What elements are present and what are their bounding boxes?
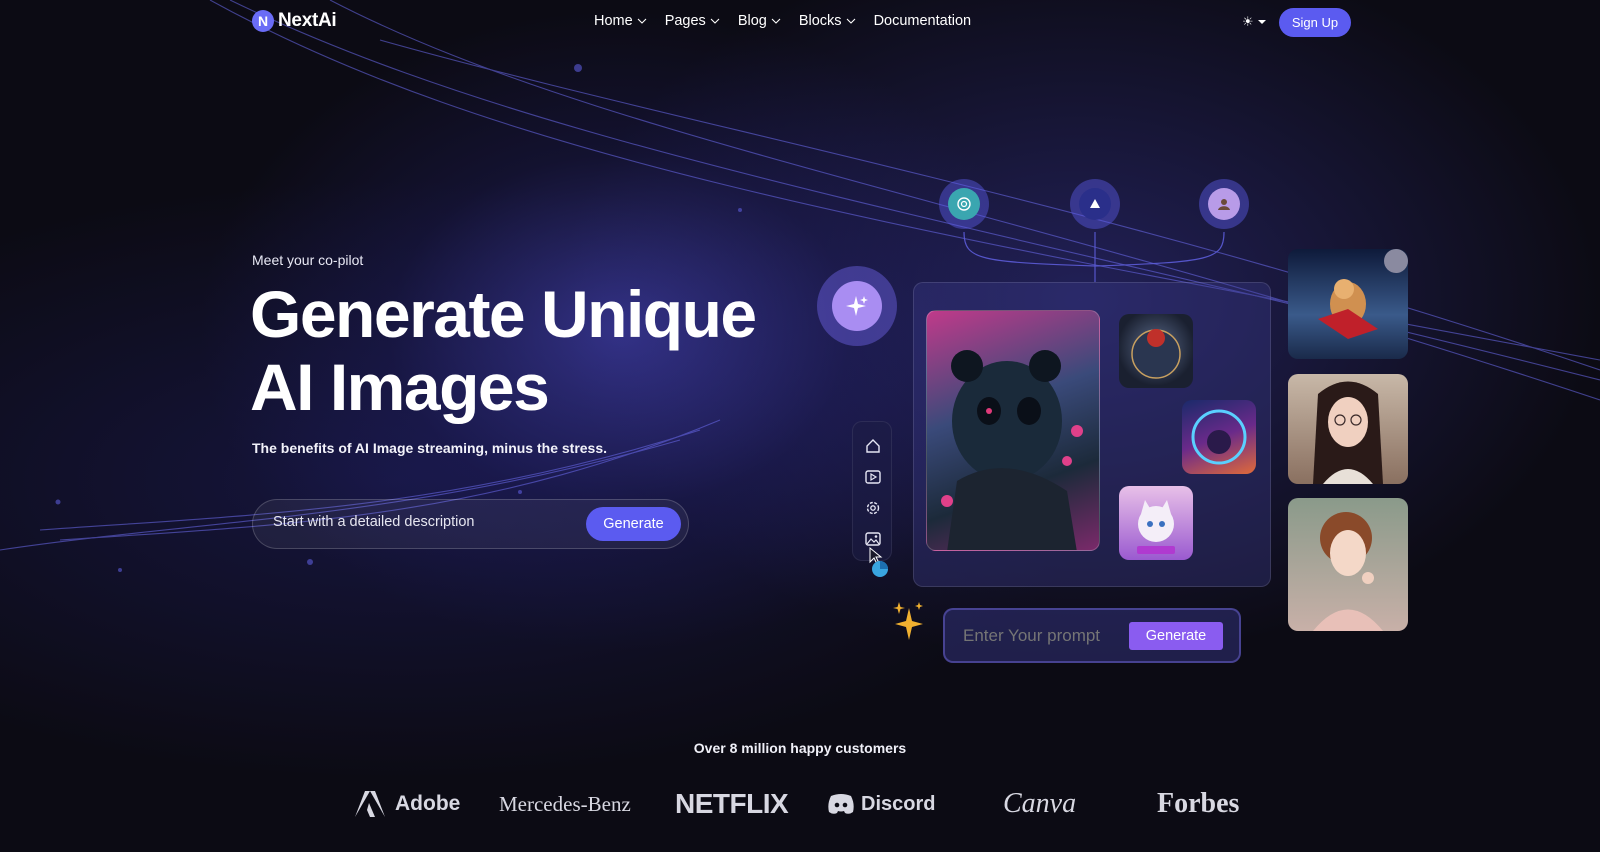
hero-subtitle: The benefits of AI Image streaming, minu… <box>252 440 608 456</box>
avatar-icon-bubble <box>1199 179 1249 229</box>
customers-headline: Over 8 million happy customers <box>693 740 907 756</box>
brand-netflix: NETFLIX <box>675 786 789 822</box>
openai-icon-bubble <box>939 179 989 229</box>
video-icon[interactable] <box>863 467 883 487</box>
menu-item-documentation[interactable]: Documentation <box>874 13 972 29</box>
brand-logos-row: Adobe Mercedes-Benz NETFLIX Discord Canv… <box>0 786 1600 826</box>
brand-label: Canva <box>1003 788 1077 819</box>
sail-icon <box>1079 188 1111 220</box>
hero-generate-button[interactable]: Generate <box>586 507 681 541</box>
brand-forbes: Forbes <box>1157 786 1239 822</box>
showcase-prompt-bar: Generate <box>943 608 1241 663</box>
main-menu: Home Pages Blog Blocks Documentation <box>594 13 971 29</box>
chevron-down-icon <box>637 18 647 24</box>
logo-text: NextAi <box>278 10 337 31</box>
hero-title-line2: AI Images <box>250 350 550 424</box>
settings-icon[interactable] <box>863 498 883 518</box>
brand-label: Forbes <box>1157 788 1240 819</box>
adobe-icon <box>355 791 385 817</box>
brand-adobe: Adobe <box>355 786 460 822</box>
sun-icon: ☀ <box>1242 14 1254 29</box>
menu-item-label: Home <box>594 13 633 29</box>
discord-icon <box>828 794 854 814</box>
logo[interactable]: N NextAi <box>252 10 337 32</box>
menu-item-label: Blog <box>737 13 767 29</box>
brand-label: Discord <box>861 792 936 815</box>
menu-item-blog[interactable]: Blog <box>738 13 781 29</box>
woman-glasses-image[interactable] <box>1288 374 1408 484</box>
brand-label: Adobe <box>395 792 461 815</box>
logo-mark: N <box>252 10 274 32</box>
chevron-down-icon <box>771 18 781 24</box>
brand-label: NETFLIX <box>675 788 789 819</box>
signup-button[interactable]: Sign Up <box>1279 8 1351 37</box>
menu-item-pages[interactable]: Pages <box>665 13 720 29</box>
hero-eyebrow: Meet your co-pilot <box>252 252 364 268</box>
home-icon[interactable] <box>863 436 883 456</box>
top-nav: N NextAi Home Pages Blog Blocks Document… <box>0 0 1600 44</box>
cat-image[interactable] <box>1119 486 1193 560</box>
hero-title-line1: Generate Unique <box>250 277 757 351</box>
chevron-down-icon <box>710 18 720 24</box>
openai-icon <box>948 188 980 220</box>
brand-label: Mercedes-Benz <box>499 791 631 816</box>
brand-discord: Discord <box>827 786 935 822</box>
sail-icon-bubble <box>1070 179 1120 229</box>
globe-tree-image[interactable] <box>1119 314 1193 388</box>
theme-toggle[interactable]: ☀ <box>1242 14 1266 30</box>
menu-item-label: Pages <box>664 13 706 29</box>
gold-sparkle-icon <box>893 602 923 640</box>
menu-item-home[interactable]: Home <box>594 13 647 29</box>
hero-prompt-input[interactable] <box>273 514 573 530</box>
menu-item-blocks[interactable]: Blocks <box>799 13 856 29</box>
avatar-icon <box>1208 188 1240 220</box>
hero-prompt-form: Generate <box>252 499 689 549</box>
generated-images-panel <box>913 282 1271 587</box>
showcase-generate-button[interactable]: Generate <box>1129 622 1223 650</box>
menu-item-label: Documentation <box>873 13 972 29</box>
tool-sidebar <box>852 421 892 561</box>
chevron-down-icon <box>846 18 855 24</box>
brand-mercedes-benz: Mercedes-Benz <box>499 786 631 822</box>
caret-down-icon <box>1257 20 1266 24</box>
ai-sparkle-badge <box>817 266 897 346</box>
cursor-icon <box>869 546 888 577</box>
menu-item-label: Blocks <box>798 13 842 29</box>
portal-girl-image[interactable] <box>1182 400 1256 474</box>
showcase-prompt-input[interactable] <box>963 626 1133 646</box>
panda-image[interactable] <box>926 310 1100 551</box>
sparkle-icon <box>832 281 882 331</box>
space-dog-image[interactable] <box>1288 249 1408 359</box>
brand-canva: Canva <box>1003 786 1076 822</box>
hero-title: Generate Unique AI Images <box>250 278 790 424</box>
woman-portrait-image[interactable] <box>1288 498 1408 631</box>
